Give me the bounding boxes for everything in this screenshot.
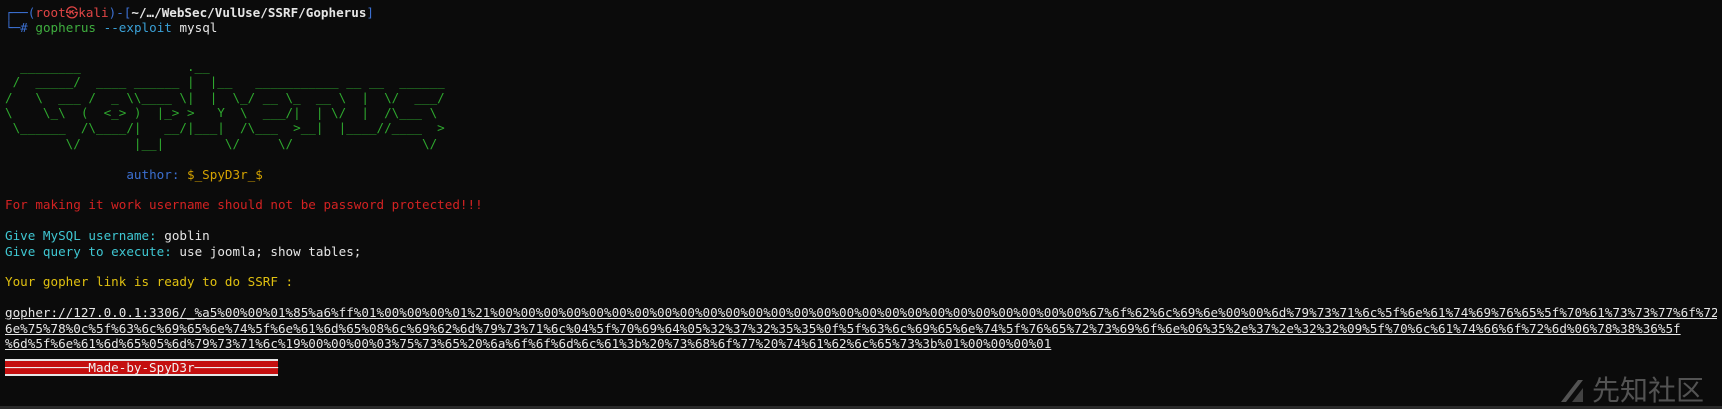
author-line: author: $_SpyD3r_$ xyxy=(5,167,1717,182)
watermark-text: 先知社区 xyxy=(1591,374,1704,408)
username-value: goblin xyxy=(164,228,210,244)
terminal-output: ┌──(root㉿kali)-[~/…/WebSec/VulUse/SSRF/G… xyxy=(5,5,1717,377)
author-label: author: xyxy=(126,166,180,182)
ascii-banner-line: \______ /\____/| __/|___| /\___ >__| |__… xyxy=(5,120,445,136)
xianzhi-logo-icon xyxy=(1560,380,1583,402)
gopher-link-line-3[interactable]: %6d%5f%6e%61%6d%65%05%6d%79%73%71%6c%19%… xyxy=(5,336,1717,351)
query-prompt: Give query to execute: xyxy=(5,243,172,259)
prompt-frame-top: ┌──( xyxy=(5,5,36,20)
ascii-banner-line: ________ .__ xyxy=(5,58,210,74)
gopher-link-line-2[interactable]: 6e%75%78%0c%5f%63%6c%69%65%6e%74%5f%6e%6… xyxy=(5,321,1717,336)
query-value: use joomla; show tables; xyxy=(179,243,362,259)
prompt-line-1: ┌──(root㉿kali)-[~/…/WebSec/VulUse/SSRF/G… xyxy=(5,5,1717,20)
watermark: 先知社区 xyxy=(1558,374,1704,408)
gopher-link-line-1[interactable]: gopher://127.0.0.1:3306/_%a5%00%00%01%85… xyxy=(5,305,1717,320)
result-header: Your gopher link is ready to do SSRF : xyxy=(5,274,294,290)
username-prompt: Give MySQL username: xyxy=(5,228,157,244)
command-name: gopherus xyxy=(35,20,97,36)
prompt-frame-bottom: └─ xyxy=(5,20,21,36)
prompt-line-2[interactable]: └─# gopherus --exploit mysql xyxy=(5,20,1717,35)
made-by-banner: ───────────Made-by-SpyD3r─────────── xyxy=(5,359,278,377)
author-value: $_SpyD3r_$ xyxy=(187,166,263,182)
ascii-banner-line: / _____/ ____ ______ | |__ ___________ _… xyxy=(5,74,445,90)
username-line: Give MySQL username: goblin xyxy=(5,228,1717,243)
ascii-banner-line: \/ |__| \/ \/ \/ xyxy=(5,135,438,151)
prompt-frame-end: ] xyxy=(366,5,374,20)
warning-text: For making it work username should not b… xyxy=(5,197,483,213)
command-arg: mysql xyxy=(179,20,218,36)
ascii-banner-line: \ \_\ ( <_> ) |_> > Y \ ___/| | \/ | /\_… xyxy=(5,105,438,120)
prompt-hash: # xyxy=(20,20,28,36)
prompt-path: ~/…/WebSec/VulUse/SSRF/Gopherus xyxy=(131,5,367,20)
ascii-banner-line: / \ ___ / _ \\____ \| | \_/ __ \_ __ \ |… xyxy=(5,89,445,105)
command-flag: --exploit xyxy=(103,20,172,36)
prompt-frame-mid: )-[ xyxy=(108,5,132,20)
prompt-user-host: root㉿kali xyxy=(35,5,109,20)
query-line: Give query to execute: use joomla; show … xyxy=(5,244,1717,259)
ascii-banner: ________ .__ / _____/ ____ ______ | |__ … xyxy=(5,59,1717,151)
